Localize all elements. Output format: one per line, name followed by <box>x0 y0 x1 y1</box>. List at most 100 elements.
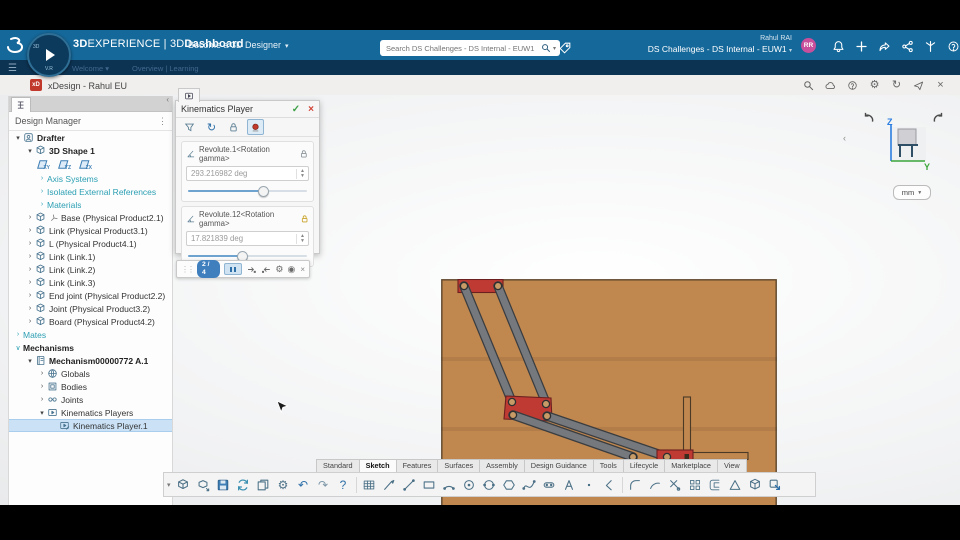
expander-closed-icon[interactable]: › <box>37 188 47 195</box>
angle-input[interactable] <box>187 234 296 243</box>
offset-icon[interactable] <box>706 475 725 494</box>
share-nodes-icon[interactable] <box>901 40 914 53</box>
slot-icon[interactable] <box>540 475 559 494</box>
angle-slider[interactable] <box>186 186 309 197</box>
tab-assembly[interactable]: Assembly <box>480 459 525 473</box>
pause-icon[interactable] <box>224 263 242 275</box>
tree-row[interactable]: › Joints <box>9 393 172 406</box>
trim-icon[interactable] <box>666 475 685 494</box>
tree-tab[interactable] <box>11 97 31 112</box>
tree-row[interactable]: › End joint (Physical Product2.2) <box>9 289 172 302</box>
nav-links[interactable]: Overview | Learning <box>132 64 199 73</box>
tree-row-planes[interactable]: XY YZ ZX <box>9 157 172 172</box>
tree-row[interactable]: › Link (Physical Product3.1) <box>9 224 172 237</box>
side-panel-collapse-icon[interactable]: ‹ <box>843 133 846 143</box>
spline-icon[interactable] <box>520 475 539 494</box>
help-icon[interactable] <box>947 40 960 53</box>
tree-row[interactable]: › Bodies <box>9 380 172 393</box>
search-icon[interactable] <box>541 43 551 53</box>
tree-row[interactable]: › Mates <box>9 328 172 341</box>
expander-closed-icon[interactable]: › <box>37 201 47 208</box>
search-icon[interactable] <box>803 80 814 91</box>
tab-lifecycle[interactable]: Lifecycle <box>623 459 666 473</box>
lock-icon[interactable] <box>225 119 242 135</box>
chamfer-icon[interactable] <box>600 475 619 494</box>
redo-icon[interactable]: ↷ <box>314 475 333 494</box>
expander-open-icon[interactable]: ▾ <box>13 134 23 142</box>
plane-yz-icon[interactable]: YZ <box>58 159 71 171</box>
close-icon[interactable]: × <box>308 104 314 115</box>
units-dropdown[interactable]: mm ▼ <box>893 185 931 200</box>
tab-surfaces[interactable]: Surfaces <box>438 459 481 473</box>
drag-handle[interactable]: ⋮⋮ <box>181 265 195 274</box>
help-icon[interactable]: ? <box>334 475 353 494</box>
import-export-icon[interactable] <box>254 475 273 494</box>
ok-icon[interactable]: ✓ <box>292 104 300 115</box>
tree-row[interactable]: › Link (Link.2) <box>9 263 172 276</box>
refresh-icon[interactable]: ↻ <box>891 80 902 91</box>
tab-marketplace[interactable]: Marketplace <box>665 459 718 473</box>
project-cube-icon[interactable] <box>746 475 765 494</box>
apps-icon[interactable] <box>924 40 937 53</box>
grid-icon[interactable] <box>360 475 379 494</box>
settings-icon[interactable]: ⚙ <box>869 80 880 91</box>
settings-icon[interactable]: ⚙ <box>275 264 283 275</box>
expander-closed-icon[interactable]: › <box>13 331 23 338</box>
expander-closed-icon[interactable]: › <box>25 227 35 234</box>
notifications-icon[interactable] <box>832 40 845 53</box>
construction-triangle-icon[interactable] <box>726 475 745 494</box>
save-icon[interactable] <box>214 475 233 494</box>
share-icon[interactable] <box>913 80 924 91</box>
tree-row[interactable]: ▾ 3D Shape 1 <box>9 144 172 157</box>
angle-input[interactable] <box>187 169 296 178</box>
rotate-left-icon[interactable] <box>862 112 876 126</box>
add-icon[interactable] <box>855 40 868 53</box>
tenant-selector[interactable]: DS Challenges - DS Internal - EUW1 ▾ <box>640 44 792 54</box>
axis-triad[interactable]: Z Y <box>878 117 930 172</box>
expander-closed-icon[interactable]: › <box>25 292 35 299</box>
tree-row[interactable]: › Base (Physical Product2.1) <box>9 211 172 224</box>
tree-collapse-icon[interactable]: ‹ <box>166 95 169 104</box>
line-icon[interactable] <box>400 475 419 494</box>
expander-closed-icon[interactable]: › <box>25 266 35 273</box>
help-icon[interactable] <box>847 80 858 91</box>
dimension-icon[interactable] <box>380 475 399 494</box>
plane-zx-icon[interactable]: ZX <box>79 159 92 171</box>
close-icon[interactable]: × <box>300 265 305 274</box>
point-icon[interactable] <box>580 475 599 494</box>
new-part-icon[interactable] <box>174 475 193 494</box>
replay-icon[interactable]: ↻ <box>203 119 220 135</box>
toolbar-overflow-chevron[interactable]: ▾ <box>167 481 171 489</box>
tab-sketch[interactable]: Sketch <box>359 459 397 473</box>
tree-row[interactable]: ▾ Kinematics Players <box>9 406 172 419</box>
avatar[interactable]: RR <box>801 38 816 53</box>
tab-design-guidance[interactable]: Design Guidance <box>524 459 594 473</box>
record-icon[interactable] <box>247 119 264 135</box>
tree-row[interactable]: Kinematics Player.1 <box>9 419 172 432</box>
expander-closed-icon[interactable]: › <box>25 214 35 221</box>
tree-row[interactable]: › Joint (Physical Product3.2) <box>9 302 172 315</box>
hamburger-icon[interactable]: ☰ <box>8 63 17 74</box>
three-point-circle-icon[interactable] <box>480 475 499 494</box>
expander-open-icon[interactable]: ▾ <box>37 409 47 417</box>
tab-standard[interactable]: Standard <box>316 459 360 473</box>
share-arrow-icon[interactable] <box>878 40 891 53</box>
search-options-chevron[interactable]: ▾ <box>553 45 556 52</box>
angle-slider[interactable] <box>186 251 309 262</box>
expander-open-icon[interactable]: ▾ <box>25 147 35 155</box>
cloud-icon[interactable] <box>825 80 836 91</box>
expander-closed-icon[interactable]: › <box>25 318 35 325</box>
tree-menu-icon[interactable]: ⋮ <box>158 116 167 127</box>
tree-row[interactable]: ▾ Mechanism00000772 A.1 <box>9 354 172 367</box>
expander-closed-icon[interactable]: › <box>25 253 35 260</box>
become-designer-menu[interactable]: Become a 3D Designer ▾ <box>188 40 289 50</box>
3d-compass-icon[interactable]: 3D V.R <box>27 33 71 77</box>
expander-closed-icon[interactable]: › <box>37 175 47 182</box>
fillet-icon[interactable] <box>626 475 645 494</box>
lock-icon[interactable] <box>300 214 309 224</box>
step-forward-icon[interactable] <box>261 264 272 275</box>
rectangle-icon[interactable] <box>420 475 439 494</box>
expander-closed-icon[interactable]: › <box>37 396 47 403</box>
lock-icon[interactable] <box>299 149 309 159</box>
tree-row[interactable]: › Axis Systems <box>9 172 172 185</box>
